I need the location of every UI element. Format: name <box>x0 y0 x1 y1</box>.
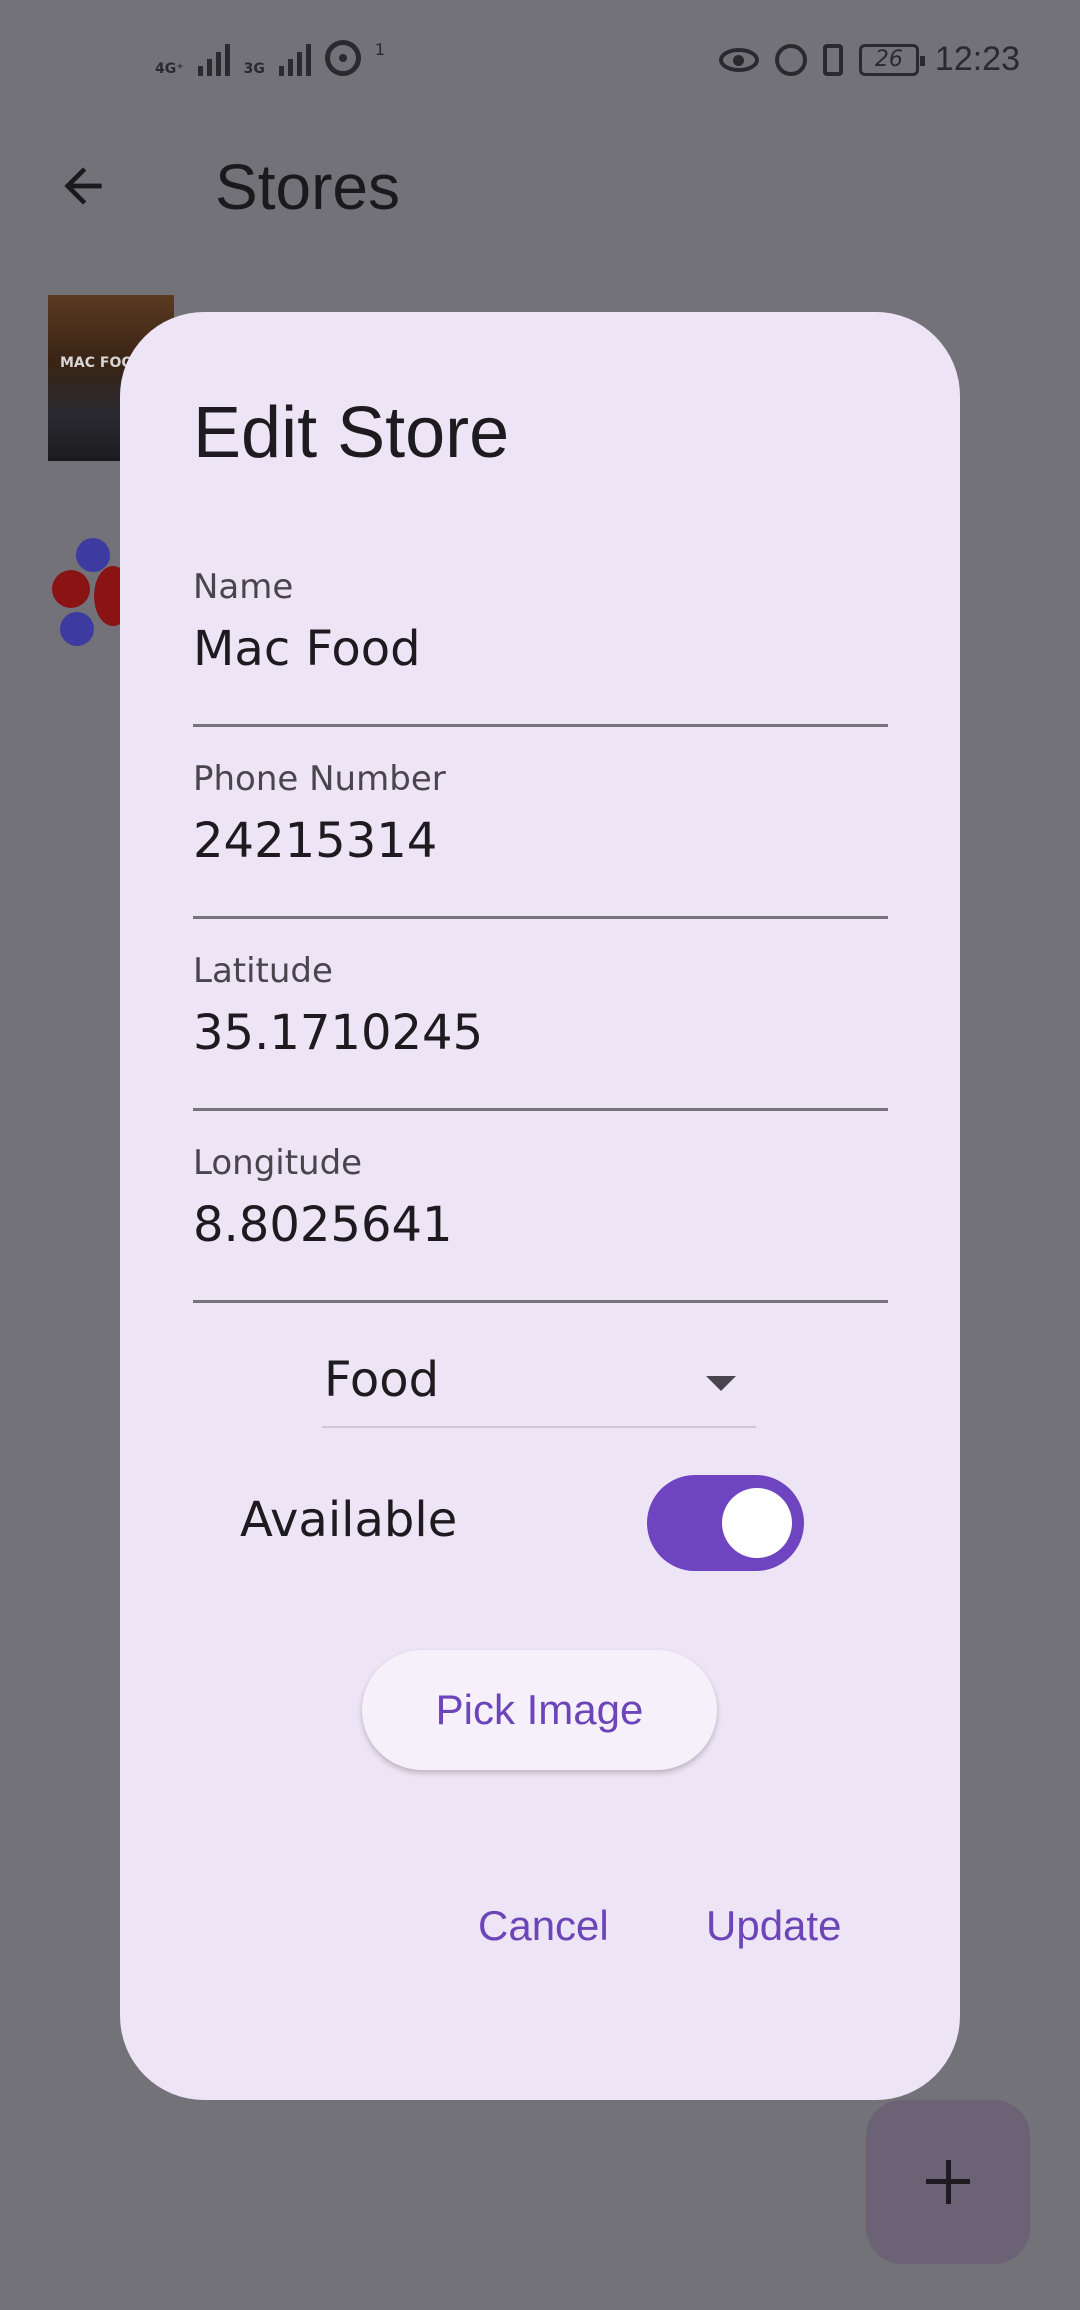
latitude-label: Latitude <box>193 951 333 991</box>
dropdown-arrow-icon <box>706 1376 736 1391</box>
signal-icon <box>197 42 230 76</box>
battery-level: 26 <box>874 47 903 72</box>
longitude-field[interactable]: Longitude 8.8025641 <box>193 1143 888 1303</box>
eye-icon <box>718 47 759 72</box>
update-button[interactable]: Update <box>706 1902 841 1950</box>
name-input[interactable]: Mac Food <box>193 621 888 677</box>
network-type-2: 3G <box>243 61 265 77</box>
status-bar-right: 26 12:23 <box>718 40 1020 79</box>
signal-icon <box>278 42 311 76</box>
latitude-field[interactable]: Latitude 35.1710245 <box>193 951 888 1111</box>
vibrate-icon <box>822 43 843 76</box>
battery-icon: 26 <box>858 43 925 76</box>
dialog-title: Edit Store <box>193 393 510 473</box>
phone-input[interactable]: 24215314 <box>193 813 888 869</box>
name-label: Name <box>193 567 294 607</box>
category-dropdown[interactable]: Food <box>322 1332 756 1428</box>
hotspot-count: 1 <box>374 40 386 59</box>
pick-image-button[interactable]: Pick Image <box>362 1650 717 1770</box>
status-bar-left: 4G⁺ 3G 1 <box>155 40 385 76</box>
longitude-input[interactable]: 8.8025641 <box>193 1197 888 1253</box>
category-selected: Food <box>324 1352 440 1408</box>
available-toggle[interactable] <box>647 1475 804 1571</box>
name-field[interactable]: Name Mac Food <box>193 567 888 727</box>
edit-store-dialog: Edit Store Name Mac Food Phone Number 24… <box>120 312 960 2100</box>
network-type-1: 4G⁺ <box>155 61 184 77</box>
status-bar: 4G⁺ 3G 1 26 12:23 <box>0 0 1080 120</box>
phone-field[interactable]: Phone Number 24215314 <box>193 759 888 919</box>
hotspot-icon <box>324 40 361 76</box>
toggle-knob <box>722 1488 792 1558</box>
clock: 12:23 <box>934 40 1020 78</box>
alarm-icon <box>774 43 807 76</box>
available-label: Available <box>240 1492 458 1548</box>
page-title: Stores <box>215 151 400 223</box>
phone-label: Phone Number <box>193 759 446 799</box>
longitude-label: Longitude <box>193 1143 363 1183</box>
add-store-fab[interactable] <box>866 2100 1030 2264</box>
arrow-back-icon[interactable] <box>55 158 111 214</box>
latitude-input[interactable]: 35.1710245 <box>193 1005 888 1061</box>
app-bar: Stores <box>0 130 1080 240</box>
cancel-button[interactable]: Cancel <box>478 1902 609 1950</box>
